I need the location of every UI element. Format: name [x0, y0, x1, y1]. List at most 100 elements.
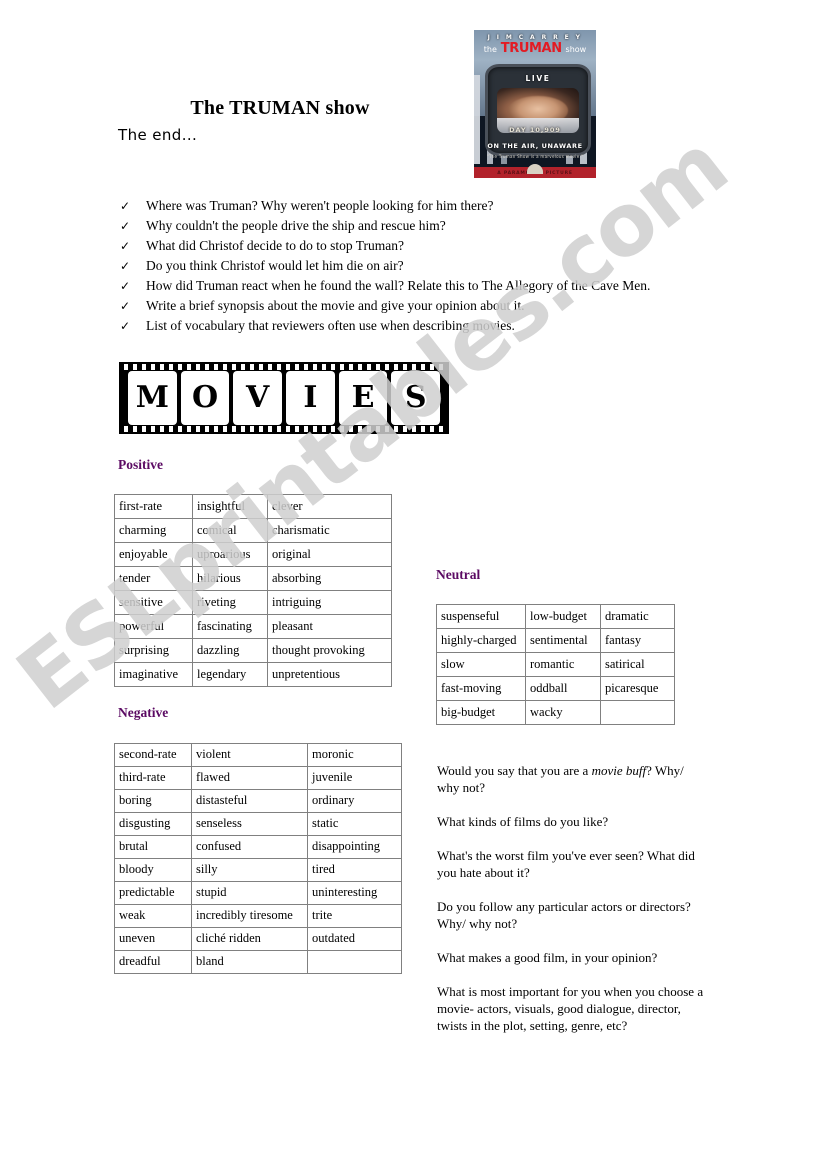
table-row: third-rate flawed juvenile [114, 766, 402, 790]
vocabulary-cell: insightful [192, 494, 268, 519]
table-row: boring distasteful ordinary [114, 789, 402, 813]
film-frame-letter: O [180, 371, 230, 425]
vocabulary-cell: enjoyable [114, 542, 193, 567]
table-row: suspenseful low-budget dramatic [436, 604, 675, 629]
vocabulary-cell: suspenseful [436, 604, 526, 629]
poster-review-quote: "The Truman Show is a marvelous movie." [486, 154, 584, 159]
question-item: ✓ How did Truman react when he found the … [120, 278, 760, 298]
vocabulary-cell: violent [191, 743, 308, 767]
poster-day-counter: DAY 10,909 [509, 126, 561, 134]
neutral-vocabulary-table: suspenseful low-budget dramatic highly-char… [436, 604, 675, 725]
discussion-item: Do you follow any particular actors or d… [437, 898, 707, 932]
table-row: tender hilarious absorbing [114, 566, 392, 591]
vocabulary-cell: bloody [114, 858, 192, 882]
paramount-logo-icon [527, 164, 543, 174]
question-item: ✓ Do you think Christof would let him die… [120, 258, 760, 278]
discussion-text: Would you say that you are a [437, 763, 592, 778]
question-text: Do you think Christof would let him die … [146, 258, 404, 273]
table-row: fast-moving oddball picaresque [436, 676, 675, 701]
table-row: weak incredibly tiresome trite [114, 904, 402, 928]
vocabulary-cell: tired [307, 858, 402, 882]
vocabulary-cell: romantic [525, 652, 601, 677]
vocabulary-cell: powerful [114, 614, 193, 639]
vocabulary-cell: brutal [114, 835, 192, 859]
table-row: highly-charged sentimental fantasy [436, 628, 675, 653]
discussion-item: What's the worst film you've ever seen? … [437, 847, 707, 881]
discussion-item: Would you say that you are a movie buff?… [437, 762, 707, 796]
check-icon: ✓ [120, 219, 131, 233]
vocabulary-cell: original [267, 542, 392, 567]
discussion-text: What is most important for you when you … [437, 984, 704, 1033]
question-text: What did Christof decide to do to stop T… [146, 238, 404, 253]
vocabulary-cell [600, 700, 675, 725]
vocabulary-cell: second-rate [114, 743, 192, 767]
check-icon: ✓ [120, 259, 131, 273]
vocabulary-cell: silly [191, 858, 308, 882]
vocabulary-cell: oddball [525, 676, 601, 701]
vocabulary-cell: charming [114, 518, 193, 543]
poster-title-truman: TRUMAN [500, 41, 562, 56]
check-icon: ✓ [120, 299, 131, 313]
question-item: ✓ What did Christof decide to do to stop … [120, 238, 760, 258]
question-item: ✓ Where was Truman? Why weren't people lo… [120, 198, 760, 218]
table-row: disgusting senseless static [114, 812, 402, 836]
vocabulary-cell: stupid [191, 881, 308, 905]
vocabulary-cell: uproarious [192, 542, 268, 567]
vocabulary-cell [307, 950, 402, 974]
vocabulary-cell: absorbing [267, 566, 392, 591]
negative-vocabulary-table: second-rate violent moronic third-rate flawe… [114, 743, 402, 974]
film-frame-letter: V [233, 371, 283, 425]
question-item: ✓ List of vocabulary that reviewers often… [120, 318, 760, 338]
vocabulary-cell: distasteful [191, 789, 308, 813]
question-text: Write a brief synopsis about the movie a… [146, 298, 525, 313]
vocabulary-cell: ordinary [307, 789, 402, 813]
vocabulary-cell: thought provoking [267, 638, 392, 663]
vocabulary-cell: charismatic [267, 518, 392, 543]
table-row: charming comical charismatic [114, 518, 392, 543]
vocabulary-cell: uninteresting [307, 881, 402, 905]
poster-tagline: ON THE AIR, UNAWARE [487, 142, 583, 150]
vocabulary-cell: fast-moving [436, 676, 526, 701]
vocabulary-cell: unpretentious [267, 662, 392, 687]
vocabulary-cell: pleasant [267, 614, 392, 639]
vocabulary-cell: legendary [192, 662, 268, 687]
film-frame-letter: S [391, 371, 441, 425]
comprehension-question-list: ✓ Where was Truman? Why weren't people lo… [120, 198, 760, 338]
table-row: powerful fascinating pleasant [114, 614, 392, 639]
discussion-emphasis: movie buff [591, 763, 647, 778]
table-row: big-budget wacky [436, 700, 675, 725]
table-row: predictable stupid uninteresting [114, 881, 402, 905]
question-text: Why couldn't the people drive the ship a… [146, 218, 446, 233]
poster-title-show: show [565, 45, 587, 54]
poster-billing-block: J I M C A R R E Y [487, 34, 583, 41]
table-row: surprising dazzling thought provoking [114, 638, 392, 663]
table-row: enjoyable uproarious original [114, 542, 392, 567]
question-text: Where was Truman? Why weren't people loo… [146, 198, 494, 213]
vocabulary-cell: dazzling [192, 638, 268, 663]
vocabulary-cell: disappointing [307, 835, 402, 859]
vocabulary-cell: sensitive [114, 590, 193, 615]
vocabulary-cell: static [307, 812, 402, 836]
check-icon: ✓ [120, 279, 131, 293]
film-frame-letter: E [338, 371, 388, 425]
vocabulary-cell: cliché ridden [191, 927, 308, 951]
table-row: brutal confused disappointing [114, 835, 402, 859]
question-text: List of vocabulary that reviewers often … [146, 318, 515, 333]
positive-vocabulary-table: first-rate insightful clever charming comica… [114, 494, 392, 687]
table-row: slow romantic satirical [436, 652, 675, 677]
vocabulary-cell: riveting [192, 590, 268, 615]
vocabulary-cell: flawed [191, 766, 308, 790]
vocabulary-cell: fantasy [600, 628, 675, 653]
poster-title-the: the [483, 45, 497, 54]
discussion-item: What is most important for you when you … [437, 983, 707, 1034]
vocabulary-cell: fascinating [192, 614, 268, 639]
vocabulary-cell: big-budget [436, 700, 526, 725]
discussion-text: What kinds of films do you like? [437, 814, 609, 829]
vocabulary-cell: tender [114, 566, 193, 591]
vocabulary-cell: sentimental [525, 628, 601, 653]
discussion-text: What makes a good film, in your opinion? [437, 950, 658, 965]
vocabulary-cell: third-rate [114, 766, 192, 790]
discussion-item: What kinds of films do you like? [437, 813, 707, 830]
vocabulary-cell: first-rate [114, 494, 193, 519]
vocabulary-cell: trite [307, 904, 402, 928]
